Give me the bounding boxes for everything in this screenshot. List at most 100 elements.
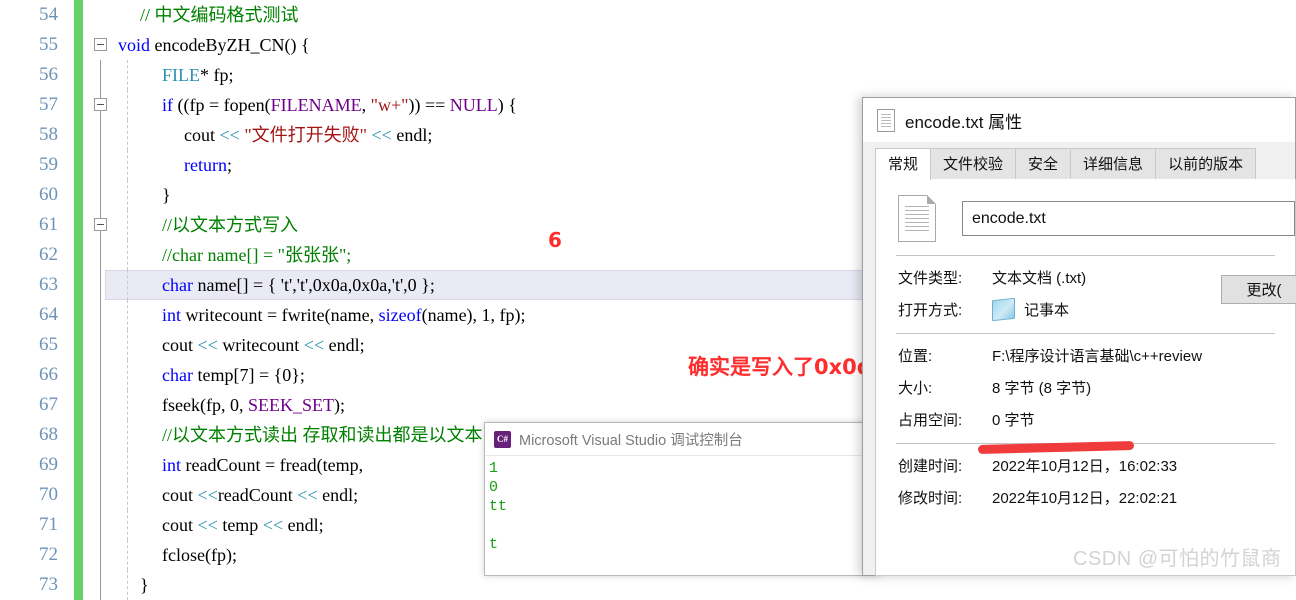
line-number: 62 xyxy=(39,244,58,265)
fold-guide-line xyxy=(100,510,101,540)
change-indicator-bar xyxy=(74,210,83,240)
change-indicator-bar xyxy=(74,540,83,570)
code-token: int xyxy=(162,305,182,325)
code-token: << xyxy=(367,125,392,145)
property-value: 0 字节 xyxy=(992,409,1295,430)
code-token: FILENAME xyxy=(270,95,362,115)
indent-guide xyxy=(127,240,129,270)
collapse-toggle-icon[interactable] xyxy=(94,98,107,111)
property-value-text: 文本文档 (.txt) xyxy=(992,270,1087,287)
line-number: 59 xyxy=(39,154,58,175)
line-number: 68 xyxy=(39,424,58,445)
code-text: int readCount = fread(temp, xyxy=(162,450,363,480)
change-indicator-bar xyxy=(74,510,83,540)
indent-guide xyxy=(127,360,129,390)
code-token: readCount xyxy=(217,485,298,505)
code-token: "w+" xyxy=(370,95,409,115)
change-indicator-bar xyxy=(74,180,83,210)
code-token: << xyxy=(219,125,240,145)
code-token: void xyxy=(118,35,151,55)
code-token: readCount = fread(temp, xyxy=(181,455,364,475)
fold-guide-line xyxy=(100,390,101,420)
indent-guide xyxy=(127,510,129,540)
fold-guide-line xyxy=(100,420,101,450)
change-indicator-bar xyxy=(74,390,83,420)
code-token: endl; xyxy=(283,515,324,535)
fold-guide-line xyxy=(100,360,101,390)
fold-guide-line xyxy=(100,540,101,570)
property-label: 打开方式: xyxy=(898,302,963,319)
debug-console-window[interactable]: C# Microsoft Visual Studio 调试控制台 1 0 tt t xyxy=(484,422,880,576)
line-number: 54 xyxy=(39,4,58,25)
code-text: } xyxy=(162,180,171,210)
tab-strip[interactable]: 常规 文件校验 安全 详细信息 以前的版本 xyxy=(875,147,1295,181)
code-token: fseek(fp, 0, xyxy=(162,395,248,415)
code-token: writecount xyxy=(217,335,304,355)
indent-guide xyxy=(127,180,129,210)
code-line[interactable]: 56 FILE* fp; xyxy=(0,60,1296,90)
property-label: 占用空间: xyxy=(898,412,963,429)
file-properties-dialog[interactable]: encode.txt 属性 常规 文件校验 安全 详细信息 以前的版本 encode.t… xyxy=(862,97,1296,576)
property-label: 创建时间: xyxy=(898,458,963,475)
code-text: //以文本方式写入 xyxy=(162,210,298,240)
console-line: tt xyxy=(489,498,508,515)
code-line[interactable]: 54 // 中文编码格式测试 xyxy=(0,0,1296,30)
fold-guide-line xyxy=(100,300,101,330)
code-token: << xyxy=(262,515,284,535)
line-number: 63 xyxy=(39,274,58,295)
file-name-field[interactable]: encode.txt xyxy=(962,201,1295,236)
tab-0[interactable]: 常规 xyxy=(875,148,932,180)
line-number: 71 xyxy=(39,514,58,535)
console-titlebar: C# Microsoft Visual Studio 调试控制台 xyxy=(485,423,879,456)
code-text: cout << writecount << endl; xyxy=(162,330,365,360)
code-token: , xyxy=(361,95,371,115)
dialog-titlebar[interactable]: encode.txt 属性 xyxy=(863,98,1295,142)
fold-guide-line xyxy=(100,450,101,480)
file-type-large-icon xyxy=(898,195,936,242)
line-number: 65 xyxy=(39,334,58,355)
info-rows-middle: 位置: F:\程序设计语言基础\c++review 大小: 8 字节 (8 字节) 占用… xyxy=(876,334,1295,430)
code-text: void encodeByZH_CN() { xyxy=(118,30,310,60)
property-value: 2022年10月12日，16:02:33 xyxy=(992,455,1295,476)
code-token: (name), 1, fp); xyxy=(421,305,526,325)
line-number: 67 xyxy=(39,394,58,415)
change-indicator-bar xyxy=(74,330,83,360)
change-indicator-bar xyxy=(74,150,83,180)
code-token: return xyxy=(184,155,227,175)
collapse-toggle-icon[interactable] xyxy=(94,218,107,231)
change-indicator-bar xyxy=(74,120,83,150)
code-text: } xyxy=(140,570,149,600)
collapse-toggle-icon[interactable] xyxy=(94,38,107,51)
code-token: cout xyxy=(162,485,198,505)
code-token: << xyxy=(297,485,318,505)
code-text: if ((fp = fopen(FILENAME, "w+")) == NULL… xyxy=(162,90,517,120)
dialog-body: 常规 文件校验 安全 详细信息 以前的版本 encode.txt 文件类型: 文本文档 (… xyxy=(863,142,1296,576)
code-token: fclose(fp); xyxy=(162,545,237,565)
indent-guide xyxy=(127,150,129,180)
notepad-icon xyxy=(992,297,1015,322)
indent-guide xyxy=(127,390,129,420)
code-token: temp[7] = {0}; xyxy=(192,365,305,385)
change-indicator-bar xyxy=(74,270,83,300)
indent-guide xyxy=(127,480,129,510)
tab-3[interactable]: 详细信息 xyxy=(1070,148,1157,180)
code-token: << xyxy=(197,485,218,505)
property-row: 位置: F:\程序设计语言基础\c++review xyxy=(876,334,1295,366)
property-label: 文件类型: xyxy=(898,270,963,287)
code-token: ) { xyxy=(497,95,517,115)
code-token: //char name[] = "张张张"; xyxy=(162,245,352,265)
code-line[interactable]: 55 void encodeByZH_CN() { xyxy=(0,30,1296,60)
code-token: sizeof xyxy=(378,305,422,325)
console-line: 1 xyxy=(489,460,499,477)
indent-guide xyxy=(127,450,129,480)
code-text: FILE* fp; xyxy=(162,60,234,90)
tab-2[interactable]: 安全 xyxy=(1015,148,1072,180)
change-program-button[interactable]: 更改( xyxy=(1221,275,1296,304)
tab-1[interactable]: 文件校验 xyxy=(930,148,1017,180)
code-text: cout << temp << endl; xyxy=(162,510,324,540)
code-token: ((fp = fopen( xyxy=(173,95,271,115)
line-number: 70 xyxy=(39,484,58,505)
csdn-watermark: CSDN @可怕的竹鼠商 xyxy=(1073,548,1282,570)
tab-4[interactable]: 以前的版本 xyxy=(1155,148,1257,180)
change-indicator-bar xyxy=(74,570,83,600)
